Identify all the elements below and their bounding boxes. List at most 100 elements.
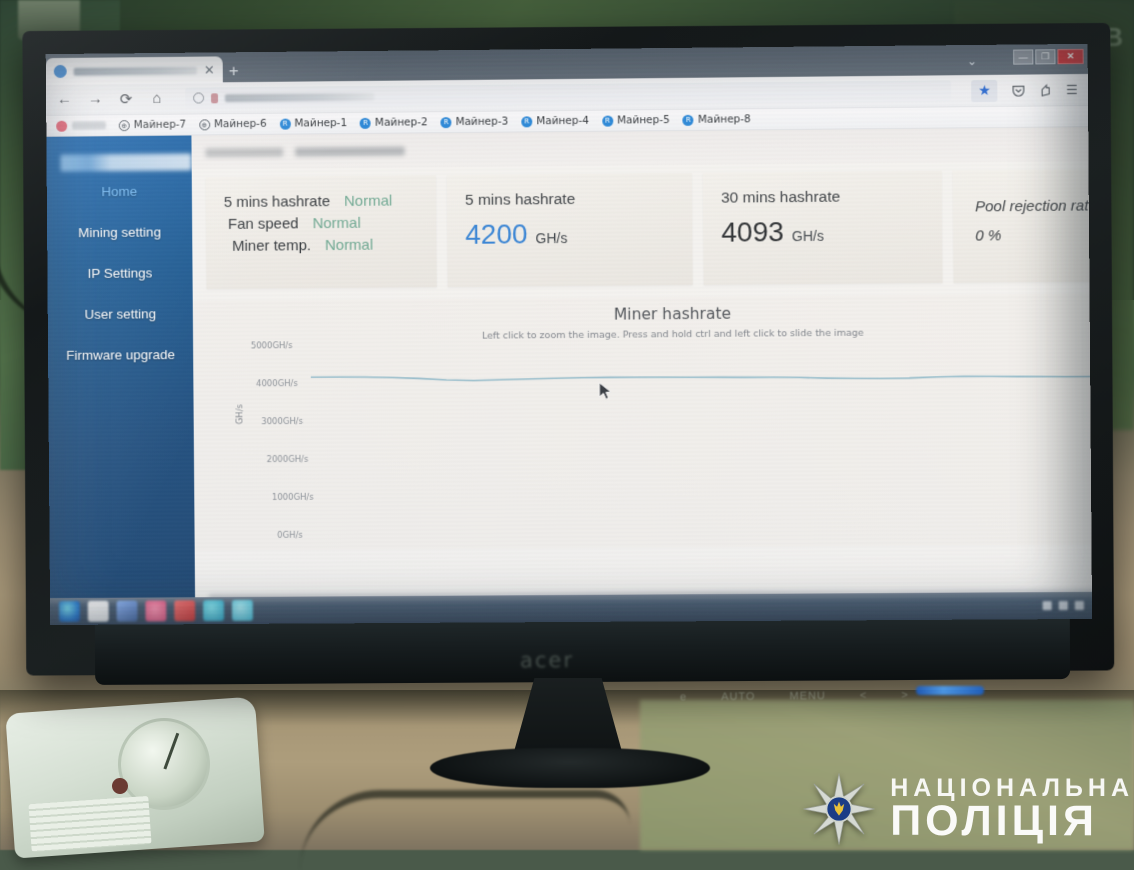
bookmark-item-miner-5[interactable]: R Майнер-5 (601, 114, 670, 127)
chart-plot-area[interactable]: GH/s 5000GH/s 4000GH/s 3000GH/s 2000GH/s 100… (193, 339, 1093, 541)
chart-y-axis-label: GH/s (235, 404, 246, 425)
bookmark-label: Майнер-5 (616, 114, 670, 127)
browser-tab[interactable]: ✕ (45, 56, 223, 86)
police-star-badge-icon (802, 772, 876, 846)
window-controls[interactable]: — ❐ ✕ (1013, 48, 1084, 65)
osd-button-menu[interactable]: MENU (789, 690, 825, 702)
sidebar-item-firmware-upgrade[interactable]: Firmware upgrade (48, 334, 193, 376)
osd-button-next[interactable]: > (901, 689, 909, 701)
status-label: Fan speed (227, 215, 299, 233)
minimize-button[interactable]: — (1013, 49, 1034, 65)
forward-icon[interactable]: → (87, 90, 104, 107)
bookmark-item-miner-1[interactable]: R Майнер-1 (279, 117, 347, 130)
system-time-label (205, 147, 284, 157)
bookmark-item-miner-7[interactable]: ⊕ Майнер-7 (118, 118, 187, 132)
taskbar-icon-recorder[interactable] (174, 600, 196, 622)
chart-line-series (311, 371, 1092, 383)
card-unit: GH/s (535, 229, 568, 247)
close-button[interactable]: ✕ (1057, 48, 1084, 65)
watermark-line-2: ПОЛІЦІЯ (890, 796, 1098, 845)
taskbar-icon-app[interactable] (116, 600, 138, 622)
bookmark-label: Майнер-7 (133, 118, 187, 132)
miner-hashrate-chart[interactable]: Miner hashrate Left click to zoom the im… (192, 293, 1093, 551)
chart-y-tick: 4000GH/s (256, 379, 298, 390)
tray-icon[interactable] (1042, 601, 1052, 611)
status-label: Miner temp. (232, 237, 312, 255)
sidebar-item-ip-settings[interactable]: IP Settings (47, 252, 192, 294)
back-icon[interactable]: ← (56, 91, 73, 108)
card-5min-hashrate: 5 mins hashrate 4200 GH/s (446, 172, 693, 287)
tab-title (73, 66, 198, 76)
status-label: 5 mins hashrate (223, 193, 331, 211)
card-value: 0 % (975, 227, 1002, 245)
menu-icon[interactable]: ☰ (1066, 82, 1078, 98)
globe-icon: ⊕ (118, 119, 130, 131)
share-icon[interactable] (1039, 83, 1053, 97)
chart-series-area (311, 339, 1093, 535)
maximize-button[interactable]: ❐ (1035, 49, 1056, 65)
site-icon: R (279, 118, 291, 130)
bookmark-item-miner-2[interactable]: R Майнер-2 (359, 116, 428, 129)
lock-icon (211, 92, 219, 103)
site-icon: R (521, 115, 533, 127)
bookmark-item-miner-3[interactable]: R Майнер-3 (440, 116, 508, 129)
sidebar: Home Mining setting IP Settings User set… (46, 135, 196, 625)
osd-button-e[interactable]: e (680, 691, 687, 703)
card-value: 4093 (721, 216, 784, 248)
bookmark-star-icon[interactable]: ★ (971, 79, 998, 102)
url-input[interactable] (224, 92, 375, 102)
chevron-down-icon[interactable]: ⌄ (967, 54, 977, 68)
card-title: 5 mins hashrate (464, 190, 576, 209)
home-icon[interactable]: ⌂ (148, 90, 165, 107)
sidebar-item-user-setting[interactable]: User setting (48, 293, 193, 335)
status-badge: Normal (312, 214, 361, 233)
taskbar-icon-explorer[interactable] (87, 600, 109, 622)
system-tray[interactable] (1042, 600, 1084, 611)
taskbar-icon-media[interactable] (145, 600, 167, 622)
bookmark-label: Майнер-2 (374, 116, 428, 129)
shield-icon (193, 92, 205, 104)
page-favicon-icon (53, 64, 67, 78)
bookmark-item-miner-6[interactable]: ⊕ Майнер-6 (199, 118, 267, 131)
address-bar[interactable] (185, 80, 952, 109)
pocket-icon[interactable] (1012, 83, 1026, 97)
watermark-text: НАЦІОНАЛЬНА ПОЛІЦІЯ (890, 776, 1134, 845)
reload-icon[interactable]: ⟳ (118, 90, 135, 108)
sidebar-item-mining-setting[interactable]: Mining setting (47, 211, 192, 253)
tray-icon[interactable] (1074, 600, 1084, 611)
new-tab-button[interactable]: + (229, 61, 239, 81)
osd-button-auto[interactable]: AUTO (721, 691, 755, 703)
osd-button-prev[interactable]: < (860, 690, 868, 702)
monitor-power-led (916, 686, 984, 695)
chart-y-tick: 0GH/s (277, 530, 303, 541)
monitor-brand-logo: acer (519, 648, 575, 673)
system-time-value (295, 145, 405, 156)
chart-y-tick: 2000GH/s (266, 454, 309, 466)
police-watermark: НАЦІОНАЛЬНА ПОЛІЦІЯ (802, 772, 1134, 846)
taskbar-icon-browser[interactable] (58, 600, 80, 622)
sidebar-item-home[interactable]: Home (47, 170, 192, 212)
bookmark-item-miner-8[interactable]: R Майнер-8 (682, 113, 751, 126)
status-row-fan-speed: Fan speed Normal (224, 214, 436, 233)
site-icon: R (601, 115, 614, 127)
bookmark-label-redacted (72, 121, 106, 130)
chart-y-tick: 1000GH/s (271, 492, 314, 503)
miner-web-page: Home Mining setting IP Settings User set… (46, 126, 1093, 625)
close-icon[interactable]: ✕ (204, 62, 215, 77)
globe-icon: ⊕ (199, 118, 211, 130)
chart-title: Miner hashrate (613, 304, 732, 324)
bookmark-label: Майнер-4 (536, 114, 590, 128)
bookmark-item-miner-4[interactable]: R Майнер-4 (521, 115, 589, 128)
bookmark-favicon-icon (56, 120, 68, 132)
status-badge: Normal (343, 192, 393, 210)
tray-icon[interactable] (1058, 601, 1068, 611)
bookmark-label: Майнер-6 (213, 117, 267, 131)
taskbar-icon-tool-2[interactable] (231, 599, 253, 621)
chart-y-tick: 5000GH/s (250, 341, 293, 352)
taskbar-icon-tool[interactable] (203, 600, 225, 622)
bookmark-item-first[interactable] (56, 120, 106, 132)
mouse-cursor (598, 381, 612, 400)
bookmark-label: Майнер-8 (697, 113, 751, 126)
card-title: Pool rejection rate (975, 197, 1093, 216)
device-label-strip (28, 795, 152, 853)
